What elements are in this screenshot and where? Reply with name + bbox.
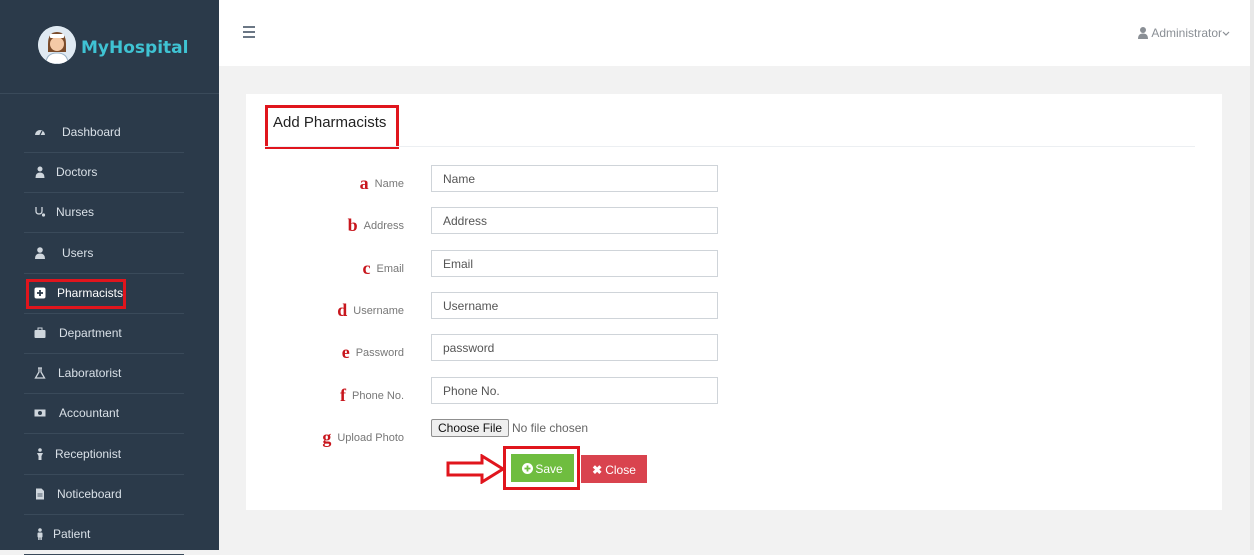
username-label: d Username (337, 300, 404, 320)
sidebar-item-department[interactable]: Department (24, 313, 184, 354)
sidebar-item-receptionist[interactable]: Receptionist (24, 434, 184, 475)
sidebar-item-accountant[interactable]: Accountant (24, 393, 184, 435)
sidebar-item-laboratorist[interactable]: Laboratorist (24, 353, 184, 395)
sidebar: MyHospital Dashboard Doctors Nurses Users Ph… (0, 0, 219, 555)
close-button[interactable]: ✖ Close (581, 455, 647, 483)
address-input[interactable] (431, 207, 718, 234)
name-input[interactable] (431, 165, 718, 192)
person-icon (34, 447, 46, 460)
topbar: Administrator (219, 0, 1254, 66)
sidebar-item-noticeboard[interactable]: Noticeboard (24, 474, 184, 515)
page-title: Add Pharmacists (273, 114, 387, 131)
menu-toggle-icon[interactable] (243, 26, 255, 41)
password-input[interactable] (431, 334, 718, 361)
sidebar-item-users[interactable]: Users (24, 233, 184, 274)
stethoscope-icon (34, 206, 46, 218)
chevron-down-icon (1222, 26, 1230, 40)
user-icon (1138, 27, 1149, 39)
arrow-right-icon (446, 454, 506, 484)
sidebar-item-label: Department (59, 326, 122, 340)
add-pharmacist-panel: Add Pharmacists aName bAddress cEmail dUser… (246, 94, 1222, 510)
divider (265, 146, 1195, 147)
choose-file-button[interactable]: Choose File (431, 419, 510, 437)
nurse-avatar-icon (38, 26, 76, 64)
flask-icon (34, 367, 46, 379)
sidebar-item-label: Users (62, 245, 94, 260)
sidebar-item-label: Nurses (56, 205, 95, 220)
sidebar-item-label: Receptionist (55, 446, 122, 461)
file-icon (34, 488, 46, 500)
plus-square-icon (34, 287, 46, 299)
password-label: e Password (341, 342, 404, 362)
sidebar-item-label: Noticeboard (57, 486, 122, 501)
doctor-icon (34, 166, 46, 179)
upload-photo-label: g Upload Photo (322, 427, 404, 447)
phone-no-input[interactable] (431, 377, 718, 404)
phone-no-label: f Phone No. (340, 385, 404, 405)
email-input[interactable] (431, 250, 718, 277)
sidebar-item-label: Dashboard (62, 125, 121, 139)
sidebar-item-nurses[interactable]: Nurses (24, 192, 184, 234)
sidebar-item-label: Accountant (59, 406, 120, 421)
sidebar-item-label: Patient (53, 527, 91, 541)
sidebar-item-label: Laboratorist (58, 366, 122, 381)
address-label: b Address (347, 215, 404, 235)
scrollbar[interactable] (1250, 0, 1254, 550)
brand-name: MyHospital (81, 38, 189, 58)
brand-logo[interactable]: MyHospital (0, 0, 219, 94)
file-status: No file chosen (512, 421, 589, 435)
dashboard-icon (34, 126, 46, 138)
close-icon: ✖ (592, 463, 603, 477)
sidebar-item-doctors[interactable]: Doctors (24, 152, 184, 194)
sidebar-item-pharmacists[interactable]: Pharmacists (24, 273, 184, 314)
username-input[interactable] (431, 292, 718, 319)
sidebar-item-patient[interactable]: Patient (24, 514, 184, 555)
sidebar-item-dashboard[interactable]: Dashboard (24, 112, 184, 153)
user-name: Administrator (1151, 26, 1222, 40)
patient-icon (34, 528, 46, 540)
money-icon (34, 407, 46, 419)
email-label: c Email (362, 258, 404, 278)
user-icon (34, 246, 46, 259)
user-menu[interactable]: Administrator (1138, 25, 1230, 40)
sidebar-item-label: Pharmacists (57, 285, 124, 300)
save-button[interactable]: Save (511, 454, 574, 482)
sidebar-item-label: Doctors (56, 165, 98, 180)
name-label: a Name (359, 173, 404, 193)
briefcase-icon (34, 327, 46, 339)
plus-circle-icon (522, 463, 534, 474)
